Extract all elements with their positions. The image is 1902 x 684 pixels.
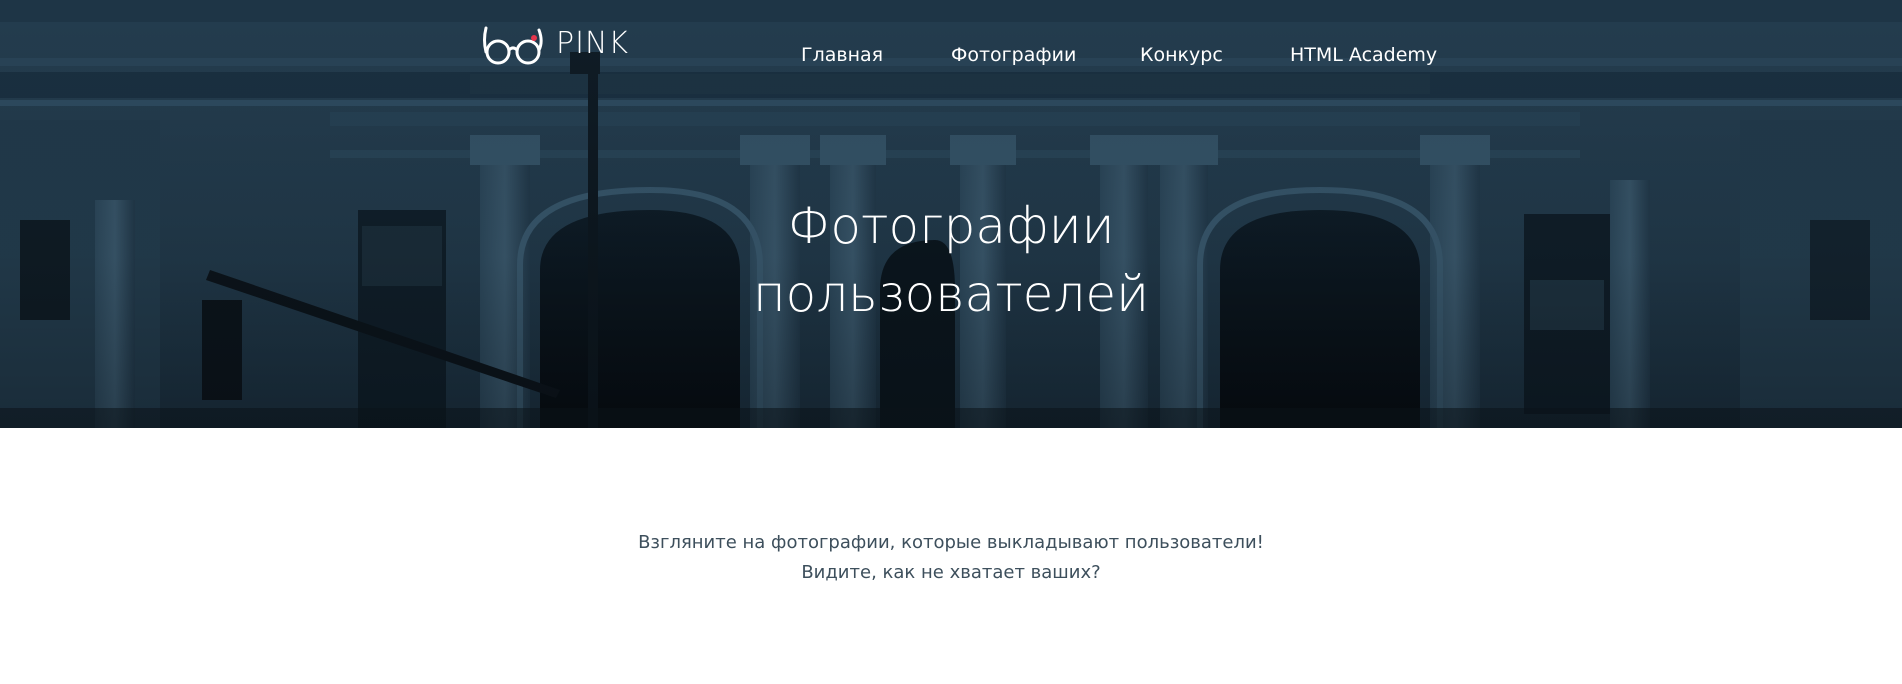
page: PINK Главная Фотографии Конкурс HTML Aca…: [0, 0, 1902, 684]
nav-item-photos[interactable]: Фотографии: [951, 40, 1076, 70]
main-nav: Главная Фотографии Конкурс HTML Academy: [0, 40, 1902, 70]
nav-item-contest[interactable]: Конкурс: [1140, 40, 1223, 70]
page-title-line-1: Фотографии: [787, 197, 1115, 255]
page-title: Фотографии пользователей: [0, 192, 1902, 328]
intro-text: Взгляните на фотографии, которые выклады…: [0, 528, 1902, 588]
intro-line-1: Взгляните на фотографии, которые выклады…: [638, 532, 1264, 553]
intro-line-2: Видите, как не хватает ваших?: [801, 562, 1101, 583]
page-title-line-2: пользователей: [752, 265, 1150, 323]
hero-section: PINK Главная Фотографии Конкурс HTML Aca…: [0, 0, 1902, 428]
nav-item-html-academy[interactable]: HTML Academy: [1290, 40, 1437, 70]
nav-item-home[interactable]: Главная: [801, 40, 883, 70]
